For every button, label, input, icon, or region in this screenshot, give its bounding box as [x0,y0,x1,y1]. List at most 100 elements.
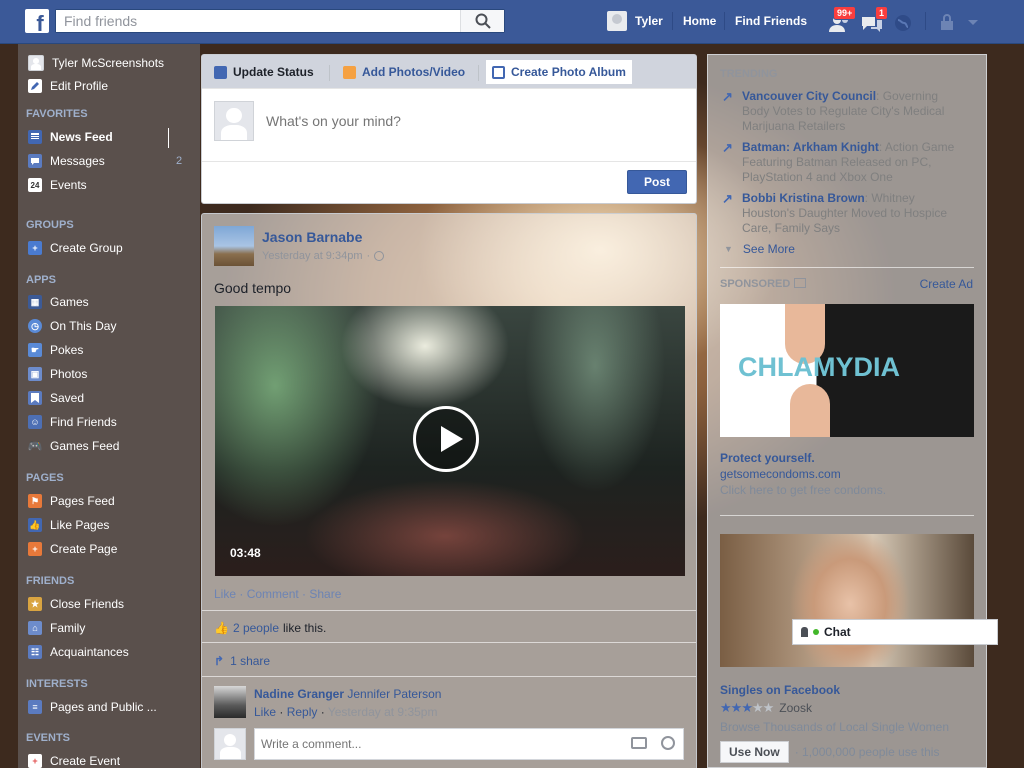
trending-title: Batman: Arkham Knight [742,140,879,154]
trending-item[interactable]: ↗ Vancouver City Council: Governing Body… [722,89,962,134]
sponsored-header: SPONSORED [720,278,791,290]
photos-icon: ▣ [28,367,42,381]
comment-like-link[interactable]: Like [254,705,276,719]
sidebar-item-create-page[interactable]: + Create Page [28,542,117,556]
sidebar-item-label: Saved [50,391,85,405]
sidebar-item-label: Messages [50,154,105,168]
pencil-icon [214,65,227,79]
ad-image[interactable]: CHLAMYDIA [720,304,974,437]
story-meta-separator: · [366,250,371,262]
likes-people-link[interactable]: 2 people [233,621,279,635]
sidebar-item-acquaintances[interactable]: ☷ Acquaintances [28,645,129,659]
like-link[interactable]: Like [214,587,236,601]
status-input[interactable] [266,113,666,129]
nav-home-link[interactable]: Home [683,14,716,28]
star-rating: ★★★★★ [720,700,775,716]
sidebar-item-label: Pages Feed [50,494,115,508]
trending-item[interactable]: ↗ Bobbi Kristina Brown: Whitney Houston'… [722,191,962,236]
ad-url[interactable]: getsomecondoms.com [720,467,841,481]
story-divider [202,610,696,611]
comment-tag[interactable]: Jennifer Paterson [347,687,441,701]
sidebar-item-saved[interactable]: Saved [28,391,84,405]
sidebar-item-create-event[interactable]: + Create Event [28,754,120,768]
use-now-button[interactable]: Use Now [720,741,789,763]
story-divider [202,642,696,643]
sidebar-item-photos[interactable]: ▣ Photos [28,367,87,381]
sidebar-item-news-feed[interactable]: News Feed [28,130,113,144]
tab-create-album[interactable]: Create Photo Album [486,60,632,84]
sidebar-item-pages-feed[interactable]: ⚑ Pages Feed [28,494,115,508]
sidebar-item-find-friends[interactable]: ☺ Find Friends [28,415,117,429]
nav-profile-link[interactable]: Tyler [607,11,663,31]
video-duration: 03:48 [230,546,261,560]
share-link[interactable]: Share [309,587,341,601]
play-icon[interactable] [413,406,479,472]
ad2-title[interactable]: Singles on Facebook [720,683,840,697]
author-avatar[interactable] [214,226,254,266]
sidebar-section-groups: GROUPS [26,219,74,231]
sidebar-item-on-this-day[interactable]: ◷ On This Day [28,319,116,333]
sidebar-item-close-friends[interactable]: ★ Close Friends [28,597,124,611]
sidebar-item-label: Pokes [50,343,84,357]
tab-label: Create Photo Album [511,65,626,79]
chat-person-icon [801,627,808,637]
sidebar-profile-link[interactable]: Tyler McScreenshots [28,55,164,71]
sidebar-item-like-pages[interactable]: 👍 Like Pages [28,518,109,532]
comment-input[interactable] [255,737,615,751]
facebook-logo[interactable]: f [25,9,49,33]
emoji-icon[interactable] [661,736,675,750]
ad-image-text: CHLAMYDIA [738,352,900,382]
camera-icon[interactable] [631,737,647,749]
chat-tab[interactable]: Chat [792,619,998,645]
account-menu-button[interactable] [966,10,984,34]
messages-jewel[interactable]: 1 [860,6,889,34]
sidebar-item-label: Games Feed [50,439,120,453]
nav-find-friends-link[interactable]: Find Friends [735,14,807,28]
sidebar-item-label: Create Page [50,542,118,556]
sidebar-item-label: Pages and Public ... [50,700,157,714]
games-feed-controller-icon: 🎮 [27,439,43,453]
comment-reply-link[interactable]: Reply [287,705,318,719]
comment-author[interactable]: Nadine Granger [254,687,344,701]
search-input[interactable] [56,10,456,32]
search-button[interactable] [460,10,504,32]
section-divider [720,267,974,268]
commenter-avatar[interactable] [214,686,246,718]
sidebar-item-events[interactable]: 24 Events [28,178,87,192]
avatar [28,55,44,71]
sidebar-item-games-feed[interactable]: 🎮 Games Feed [27,439,120,453]
friend-requests-jewel[interactable]: 99+ [828,6,857,34]
saved-bookmark-icon [28,391,42,405]
trending-item[interactable]: ↗ Batman: Arkham Knight: Action Game Fea… [722,140,962,185]
sidebar-item-label: Games [50,295,89,309]
trending-arrow-icon: ↗ [722,191,733,206]
messages-icon [28,154,42,168]
tab-update-status[interactable]: Update Status [214,65,314,79]
nav-divider [925,12,926,30]
notifications-jewel[interactable] [892,10,918,34]
create-ad-link[interactable]: Create Ad [920,277,973,291]
acquaintances-icon: ☷ [28,645,42,659]
privacy-shortcuts-jewel[interactable] [938,10,964,34]
ad-choices-icon[interactable] [794,278,806,288]
ad-title[interactable]: Protect yourself. [720,451,815,465]
sidebar-item-edit-profile[interactable]: Edit Profile [28,79,108,93]
comment-link[interactable]: Comment [247,587,299,601]
shares-link[interactable]: 1 share [230,654,270,668]
tab-add-photos[interactable]: Add Photos/Video [343,65,465,79]
story-author-name[interactable]: Jason Barnabe [262,229,362,245]
trending-see-more[interactable]: ▼ See More [724,242,795,256]
post-button[interactable]: Post [627,170,687,194]
sidebar-item-games[interactable]: ▦ Games [28,295,89,309]
sidebar-item-messages[interactable]: Messages [28,154,105,168]
comment-actions: Like · Reply · Yesterday at 9:35pm [254,705,438,719]
ad2-rating-row: ★★★★★ Zoosk [720,700,812,716]
star-empty-icon: ★ [762,700,775,715]
video-player[interactable]: 03:48 [215,306,685,576]
sidebar-item-family[interactable]: ⌂ Family [28,621,85,635]
sidebar-item-pages-public[interactable]: ≡ Pages and Public ... [28,700,157,714]
sidebar-item-create-group[interactable]: + Create Group [28,241,123,255]
story-timestamp[interactable]: Yesterday at 9:34pm [262,250,363,262]
ad-image-singles[interactable] [720,534,974,667]
sidebar-item-pokes[interactable]: ☛ Pokes [28,343,83,357]
